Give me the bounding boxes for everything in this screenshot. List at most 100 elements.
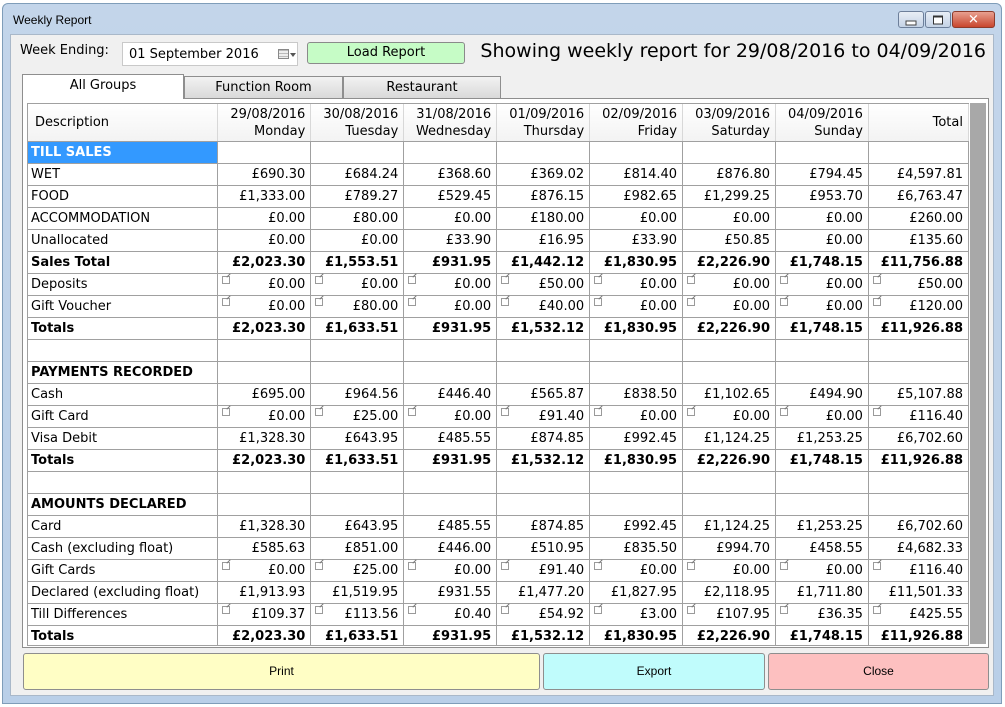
day-value-cell[interactable]: £529.45 [403,185,498,208]
row-total-cell[interactable] [868,339,969,362]
row-total-cell[interactable] [868,141,969,164]
day-value-cell[interactable]: £2,023.30 [217,251,312,274]
day-value-cell[interactable]: £851.00 [310,537,405,560]
open-details-icon[interactable] [872,298,881,306]
day-value-cell[interactable]: £874.85 [496,427,591,450]
day-value-cell[interactable] [775,361,869,384]
day-value-cell[interactable] [589,493,684,516]
day-value-cell[interactable]: £1,830.95 [589,251,684,274]
day-value-cell[interactable] [496,493,591,516]
day-value-cell[interactable]: £0.00 [589,295,684,318]
day-value-cell[interactable]: £0.00 [403,273,498,296]
day-value-cell[interactable]: £0.00 [217,559,312,582]
day-value-cell[interactable] [403,361,498,384]
day-value-cell[interactable]: £794.45 [775,163,869,186]
row-total-cell[interactable]: £116.40 [868,405,969,428]
day-value-cell[interactable]: £1,333.00 [217,185,312,208]
day-value-cell[interactable]: £695.00 [217,383,312,406]
day-value-cell[interactable]: £0.00 [217,295,312,318]
open-details-icon[interactable] [594,606,603,614]
open-details-icon[interactable] [780,606,789,614]
column-header-day[interactable]: 02/09/2016 Friday [589,104,684,142]
day-value-cell[interactable]: £180.00 [496,207,591,230]
day-value-cell[interactable]: £1,748.15 [775,317,869,340]
day-value-cell[interactable]: £25.00 [310,559,405,582]
day-value-cell[interactable]: £0.00 [403,559,498,582]
day-value-cell[interactable]: £838.50 [589,383,684,406]
open-details-icon[interactable] [687,408,696,416]
day-value-cell[interactable] [775,339,869,362]
load-report-button[interactable]: Load Report [307,42,465,64]
day-value-cell[interactable]: £931.95 [403,625,498,645]
day-value-cell[interactable]: £1,711.80 [775,581,869,604]
open-details-icon[interactable] [594,276,603,284]
row-description[interactable]: ACCOMMODATION [28,207,219,230]
day-value-cell[interactable]: £2,023.30 [217,449,312,472]
open-details-icon[interactable] [501,298,510,306]
day-value-cell[interactable]: £1,830.95 [589,625,684,645]
row-description[interactable]: Gift Cards [28,559,219,582]
day-value-cell[interactable]: £2,118.95 [682,581,777,604]
day-value-cell[interactable] [496,339,591,362]
day-value-cell[interactable]: £0.00 [682,559,777,582]
row-description[interactable]: Till Differences [28,603,219,626]
day-value-cell[interactable] [682,493,777,516]
day-value-cell[interactable] [403,141,498,164]
day-value-cell[interactable]: £2,226.90 [682,251,777,274]
day-value-cell[interactable]: £643.95 [310,515,405,538]
open-details-icon[interactable] [780,298,789,306]
column-header-day[interactable]: 30/08/2016 Tuesday [310,104,405,142]
day-value-cell[interactable]: £992.45 [589,515,684,538]
day-value-cell[interactable]: £964.56 [310,383,405,406]
row-description[interactable]: Sales Total [28,251,219,274]
day-value-cell[interactable]: £3.00 [589,603,684,626]
column-header-day[interactable]: 29/08/2016 Monday [217,104,312,142]
day-value-cell[interactable]: £80.00 [310,295,405,318]
day-value-cell[interactable]: £0.00 [589,273,684,296]
day-value-cell[interactable]: £50.00 [496,273,591,296]
day-value-cell[interactable]: £1,519.95 [310,581,405,604]
row-total-cell[interactable]: £4,682.33 [868,537,969,560]
day-value-cell[interactable]: £0.00 [682,273,777,296]
day-value-cell[interactable] [775,141,869,164]
vertical-scrollbar[interactable] [970,103,986,644]
day-value-cell[interactable]: £1,633.51 [310,317,405,340]
day-value-cell[interactable]: £2,226.90 [682,625,777,645]
row-total-cell[interactable]: £135.60 [868,229,969,252]
row-description[interactable]: Deposits [28,273,219,296]
open-details-icon[interactable] [315,562,324,570]
day-value-cell[interactable]: £2,023.30 [217,625,312,645]
day-value-cell[interactable] [310,493,405,516]
row-total-cell[interactable]: £425.55 [868,603,969,626]
row-description[interactable]: Totals [28,625,219,645]
export-button[interactable]: Export [543,653,765,690]
day-value-cell[interactable] [310,361,405,384]
row-description[interactable]: Cash (excluding float) [28,537,219,560]
day-value-cell[interactable]: £0.00 [682,295,777,318]
day-value-cell[interactable]: £2,226.90 [682,449,777,472]
row-total-cell[interactable] [868,493,969,516]
day-value-cell[interactable]: £54.92 [496,603,591,626]
day-value-cell[interactable]: £1,830.95 [589,449,684,472]
row-description[interactable]: FOOD [28,185,219,208]
open-details-icon[interactable] [780,408,789,416]
day-value-cell[interactable]: £1,328.30 [217,515,312,538]
day-value-cell[interactable]: £80.00 [310,207,405,230]
day-value-cell[interactable]: £1,477.20 [496,581,591,604]
day-value-cell[interactable]: £643.95 [310,427,405,450]
open-details-icon[interactable] [408,562,417,570]
day-value-cell[interactable]: £0.00 [682,207,777,230]
row-description[interactable]: Unallocated [28,229,219,252]
row-description[interactable]: TILL SALES [28,141,219,164]
open-details-icon[interactable] [222,562,231,570]
day-value-cell[interactable]: £0.00 [775,273,869,296]
day-value-cell[interactable]: £0.00 [775,207,869,230]
row-total-cell[interactable]: £50.00 [868,273,969,296]
day-value-cell[interactable]: £0.00 [589,207,684,230]
open-details-icon[interactable] [315,408,324,416]
row-total-cell[interactable]: £116.40 [868,559,969,582]
open-details-icon[interactable] [872,606,881,614]
day-value-cell[interactable] [682,361,777,384]
day-value-cell[interactable]: £982.65 [589,185,684,208]
chevron-down-icon[interactable] [290,53,296,57]
